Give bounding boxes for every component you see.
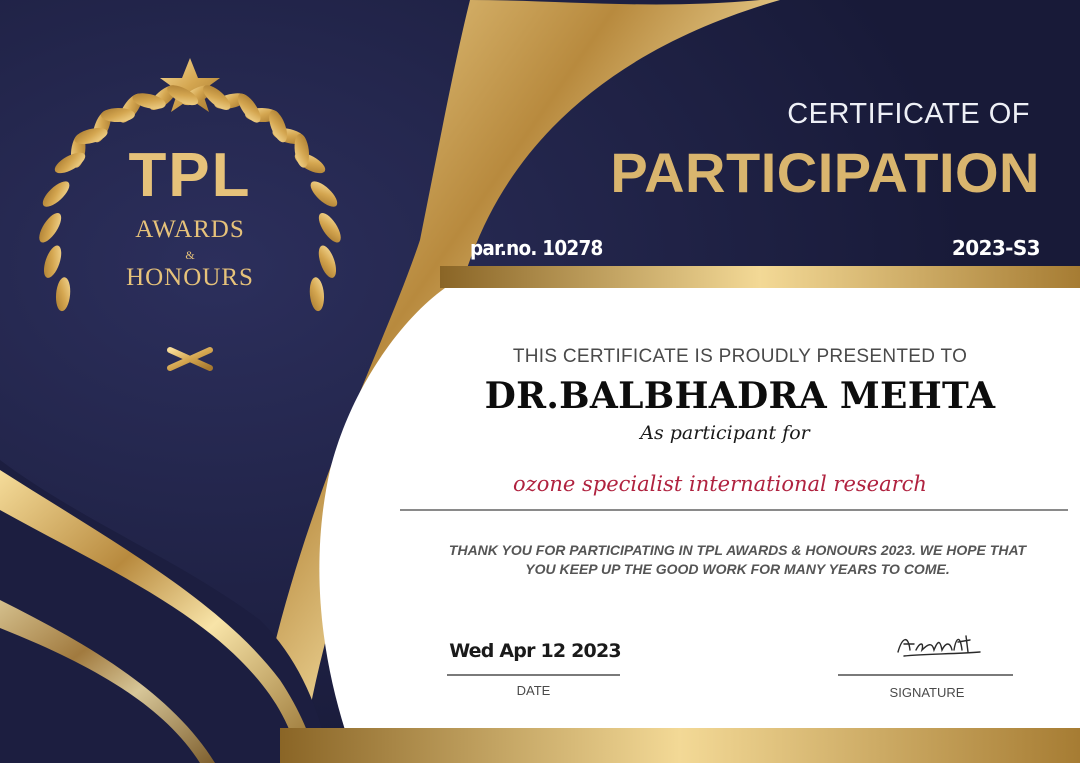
divider	[400, 509, 1068, 511]
laurel-leaf	[310, 181, 338, 207]
thank-you-line-2: YOU KEEP UP THE GOOD WORK FOR MANY YEARS…	[525, 561, 950, 577]
signature-line	[838, 674, 1013, 676]
date-line	[447, 674, 620, 676]
participant-for-line: As participant for	[640, 422, 810, 444]
thank-you-message: THANK YOU FOR PARTICIPATING IN TPL AWARD…	[405, 541, 1070, 579]
participation-number: par.no. 10278	[470, 236, 603, 260]
laurel-leaf	[55, 277, 71, 312]
laurel-leaf	[39, 212, 62, 243]
signature-mark	[897, 635, 981, 657]
certificate-heading-main: PARTICIPATION	[610, 141, 1040, 204]
bottom-gold-band	[280, 728, 1080, 763]
recipient-name: DR.BALBHADRA MEHTA	[484, 375, 996, 417]
presented-to-line: THIS CERTIFICATE IS PROUDLY PRESENTED TO	[512, 346, 968, 367]
date-label: DATE	[516, 683, 551, 698]
laurel-leaf	[42, 181, 70, 207]
emblem-honours: HONOURS	[126, 264, 254, 291]
emblem-awards: AWARDS	[135, 216, 245, 243]
laurel-leaf	[43, 245, 62, 278]
laurel-leaf	[318, 245, 337, 278]
emblem-ampersand: &	[185, 248, 195, 262]
emblem-title: TPL	[128, 141, 252, 210]
laurel-leaf	[100, 107, 135, 123]
certificate-heading-top: CERTIFICATE OF	[787, 98, 1030, 130]
thank-you-line-1: THANK YOU FOR PARTICIPATING IN TPL AWARD…	[448, 542, 1027, 558]
date-value: Wed Apr 12 2023	[449, 640, 621, 662]
participation-category: ozone specialist international research	[513, 472, 927, 496]
header-gold-band	[440, 266, 1080, 288]
signature-label: SIGNATURE	[889, 685, 965, 700]
laurel-leaf	[309, 277, 325, 312]
laurel-leaf	[318, 212, 341, 243]
certificate-code: 2023-S3	[951, 236, 1041, 260]
